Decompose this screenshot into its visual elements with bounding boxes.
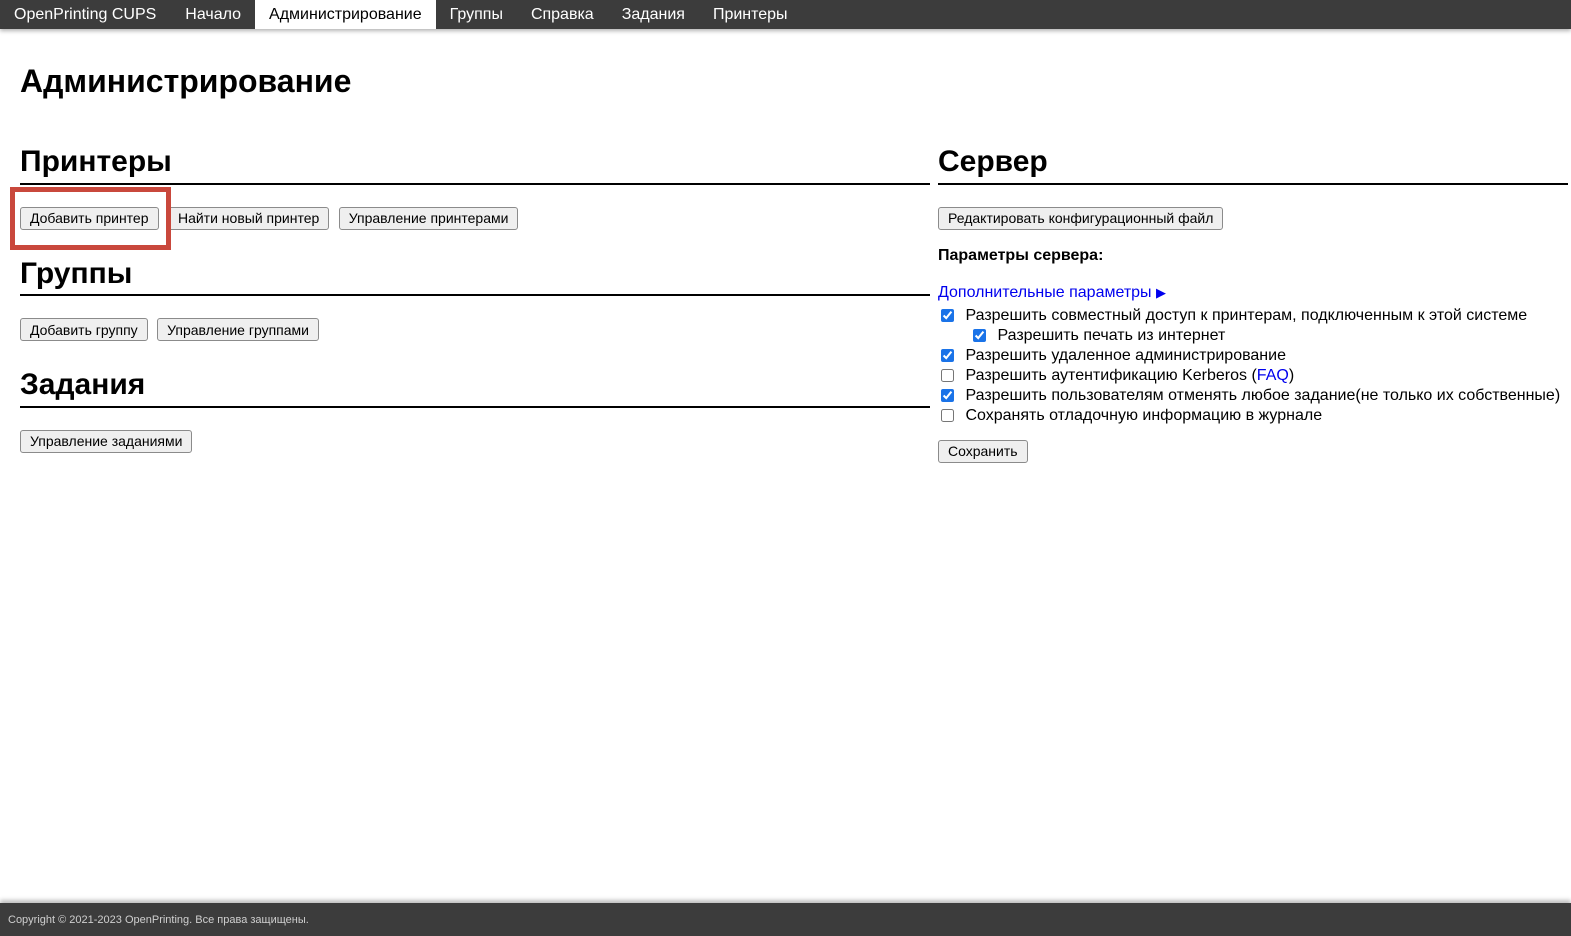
checkbox-row-internet-printing: Разрешить печать из интернет (938, 326, 1568, 346)
advanced-settings-link[interactable]: Дополнительные параметры (938, 284, 1152, 301)
top-navbar: OpenPrinting CUPS Начало Администрирован… (0, 0, 1571, 29)
nav-item-administration[interactable]: Администрирование (255, 0, 436, 29)
nav-item-printers[interactable]: Принтеры (699, 0, 802, 29)
manage-printers-button[interactable]: Управление принтерами (339, 207, 519, 230)
manage-classes-button[interactable]: Управление группами (157, 318, 319, 341)
edit-config-file-button[interactable]: Редактировать конфигурационный файл (938, 207, 1223, 230)
internet-printing-checkbox[interactable] (973, 329, 986, 342)
nav-item-jobs[interactable]: Задания (608, 0, 699, 29)
checkbox-row-remote-admin: Разрешить удаленное администрирование (938, 346, 1568, 366)
classes-heading: Группы (20, 257, 930, 297)
footer-bar: Copyright © 2021-2023 OpenPrinting. Все … (0, 903, 1571, 936)
jobs-section: Задания Управление заданиями (20, 368, 930, 453)
find-new-printer-button[interactable]: Найти новый принтер (168, 207, 329, 230)
checkbox-row-kerberos: Разрешить аутентификацию Kerberos (FAQ) (938, 366, 1568, 386)
copyright-text: Copyright © 2021-2023 OpenPrinting. Все … (0, 914, 309, 926)
nav-item-classes[interactable]: Группы (436, 0, 517, 29)
checkbox-row-debug-logging: Сохранять отладочную информацию в журнал… (938, 406, 1568, 426)
main-content: Администрирование Принтеры Добавить прин… (0, 65, 1571, 490)
checkbox-label: Разрешить аутентификацию Kerberos ( (965, 367, 1256, 384)
checkbox-label-suffix: ) (1289, 367, 1294, 384)
left-column: Принтеры Добавить принтер Найти новый пр… (20, 145, 930, 480)
printers-heading: Принтеры (20, 145, 930, 185)
kerberos-auth-checkbox[interactable] (941, 369, 954, 382)
classes-section: Группы Добавить группу Управление группа… (20, 257, 930, 342)
save-button[interactable]: Сохранить (938, 440, 1028, 463)
page-title: Администрирование (20, 65, 1568, 97)
faq-link[interactable]: FAQ (1257, 367, 1289, 384)
checkbox-row-share-printers: Разрешить совместный доступ к принтерам,… (938, 306, 1568, 326)
manage-jobs-button[interactable]: Управление заданиями (20, 430, 192, 453)
checkbox-label: Разрешить совместный доступ к принтерам,… (965, 307, 1527, 324)
checkbox-row-cancel-any-job: Разрешить пользователям отменять любое з… (938, 386, 1568, 406)
nav-item-home[interactable]: Начало (171, 0, 255, 29)
jobs-heading: Задания (20, 368, 930, 408)
server-settings-checkboxes: Разрешить совместный доступ к принтерам,… (938, 306, 1568, 426)
checkbox-label: Разрешить печать из интернет (997, 327, 1225, 344)
checkbox-label: Сохранять отладочную информацию в журнал… (965, 407, 1322, 424)
share-printers-checkbox[interactable] (941, 309, 954, 322)
remote-admin-checkbox[interactable] (941, 349, 954, 362)
add-class-button[interactable]: Добавить группу (20, 318, 148, 341)
printers-section: Принтеры Добавить принтер Найти новый пр… (20, 145, 930, 230)
chevron-right-icon[interactable]: ▶ (1156, 285, 1166, 300)
cancel-any-job-checkbox[interactable] (941, 389, 954, 402)
add-printer-button[interactable]: Добавить принтер (20, 207, 159, 230)
app-brand: OpenPrinting CUPS (0, 0, 171, 29)
checkbox-label: Разрешить удаленное администрирование (965, 347, 1286, 364)
server-section: Сервер Редактировать конфигурационный фа… (938, 145, 1568, 463)
nav-item-help[interactable]: Справка (517, 0, 608, 29)
debug-logging-checkbox[interactable] (941, 409, 954, 422)
server-column: Сервер Редактировать конфигурационный фа… (938, 145, 1568, 490)
server-heading: Сервер (938, 145, 1568, 185)
checkbox-label: Разрешить пользователям отменять любое з… (965, 387, 1560, 404)
server-settings-label: Параметры сервера: (938, 247, 1568, 265)
